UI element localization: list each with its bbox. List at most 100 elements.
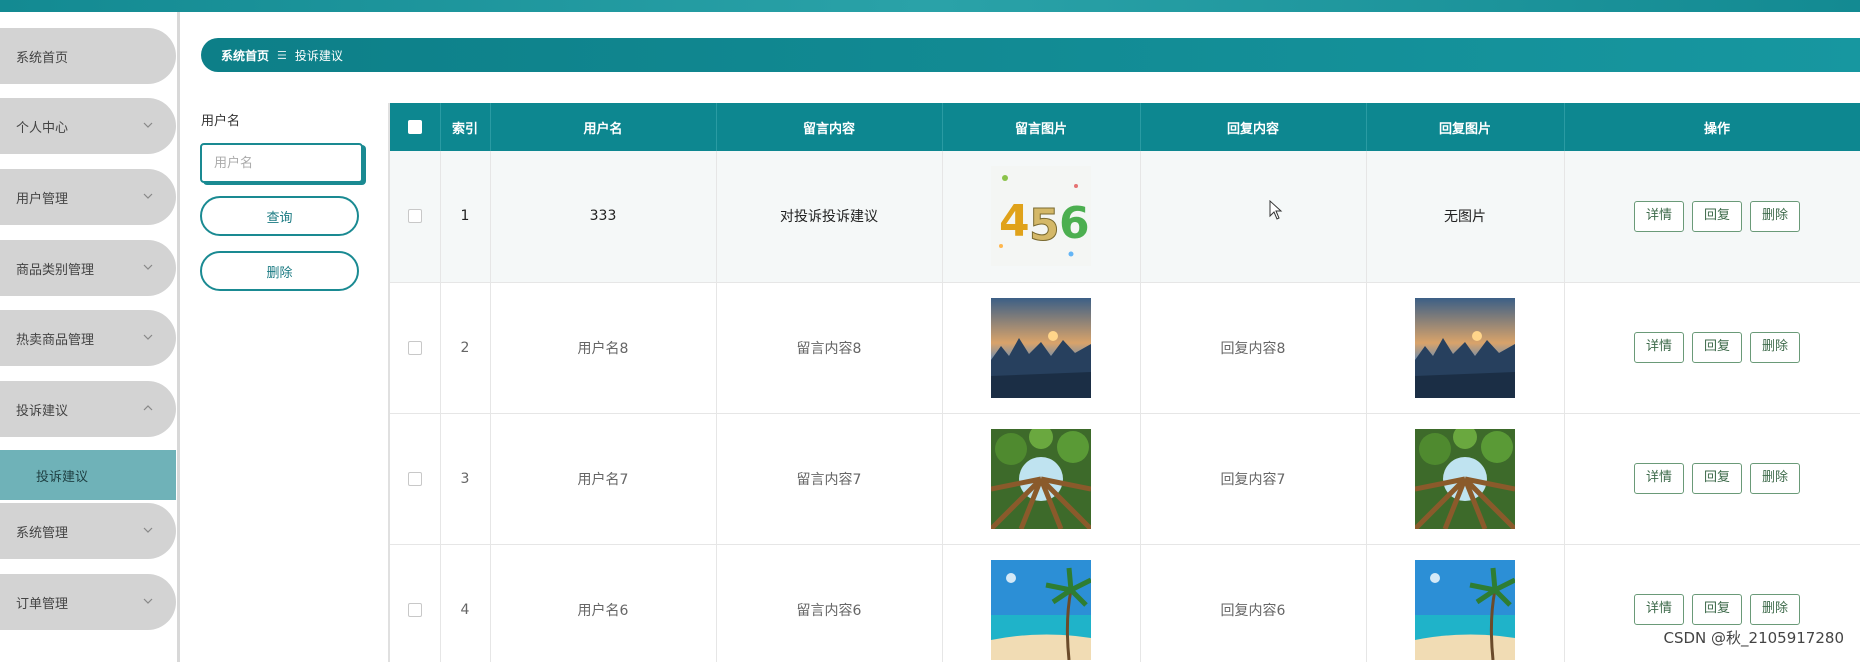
sidebar-subitem-label: 投诉建议 xyxy=(36,469,89,485)
column-header[interactable]: 用户名 xyxy=(490,103,717,151)
sidebar-item-label: 系统首页 xyxy=(16,50,69,66)
row-message: 留言内容7 xyxy=(716,413,943,545)
row-index: 4 xyxy=(440,544,491,662)
row-actions: 详情 回复 删除 xyxy=(1564,413,1860,545)
sidebar-subitem-complaints[interactable]: 投诉建议 xyxy=(0,450,176,500)
forest-canopy-image[interactable] xyxy=(991,428,1091,529)
delete-button[interactable]: 删除 xyxy=(1750,332,1800,363)
svg-text:6: 6 xyxy=(1059,198,1090,249)
sidebar-item-system-management[interactable]: 系统管理 xyxy=(0,503,176,559)
delete-button[interactable]: 删除 xyxy=(1750,463,1800,494)
row-reply: 回复内容7 xyxy=(1140,413,1367,545)
sidebar-item-label: 个人中心 xyxy=(16,120,69,136)
top-accent-bar xyxy=(0,0,1860,12)
table-row[interactable]: 4 用户名6 留言内容6 回复内容6 详情 回复 删除 xyxy=(390,544,1860,662)
chevron-down-icon xyxy=(142,332,154,344)
row-reply-image-cell xyxy=(1366,413,1565,545)
search-panel: 用户名 查询 删除 xyxy=(200,110,370,291)
breadcrumb: 系统首页 ☰ 投诉建议 xyxy=(201,38,1860,72)
row-reply-image-cell xyxy=(1366,544,1565,662)
query-button[interactable]: 查询 xyxy=(200,196,359,236)
sidebar-item-label: 热卖商品管理 xyxy=(16,332,95,348)
chevron-down-icon xyxy=(142,262,154,274)
row-checkbox[interactable] xyxy=(407,602,422,617)
username-search-input[interactable] xyxy=(200,143,363,183)
chevron-down-icon xyxy=(142,525,154,537)
search-label: 用户名 xyxy=(201,114,241,129)
breadcrumb-home[interactable]: 系统首页 xyxy=(221,47,269,64)
sidebar: 系统首页 个人中心 用户管理 商品类别管理 热卖商品管理 投诉建议 投诉建议 系… xyxy=(0,12,180,662)
mouse-cursor-icon xyxy=(1269,200,1283,220)
row-username: 用户名8 xyxy=(490,282,717,414)
number-456-image[interactable]: 4 5 6 xyxy=(991,166,1091,267)
row-message-image-cell xyxy=(942,413,1141,545)
select-all-header xyxy=(390,103,441,151)
row-reply: 回复内容8 xyxy=(1140,282,1367,414)
forest-canopy-image[interactable] xyxy=(1415,428,1515,529)
column-header[interactable]: 索引 xyxy=(440,103,491,151)
breadcrumb-separator-icon: ☰ xyxy=(277,48,287,62)
row-message: 留言内容8 xyxy=(716,282,943,414)
sidebar-item-label: 商品类别管理 xyxy=(16,262,95,278)
chevron-down-icon xyxy=(142,596,154,608)
row-username: 333 xyxy=(490,151,717,283)
row-message-image-cell: 4 5 6 xyxy=(942,151,1141,283)
table-row[interactable]: 3 用户名7 留言内容7 回复内容7 详情 回复 删除 xyxy=(390,413,1860,545)
sidebar-item-order-management[interactable]: 订单管理 xyxy=(0,574,176,630)
column-header[interactable]: 回复内容 xyxy=(1140,103,1367,151)
sidebar-item-personal-center[interactable]: 个人中心 xyxy=(0,98,176,154)
row-message-image-cell xyxy=(942,544,1141,662)
svg-text:4: 4 xyxy=(999,196,1030,247)
row-username: 用户名7 xyxy=(490,413,717,545)
column-header[interactable]: 留言内容 xyxy=(716,103,943,151)
watermark: CSDN @秋_2105917280 xyxy=(1663,629,1844,647)
sidebar-item-label: 订单管理 xyxy=(16,596,69,612)
row-actions: 详情 回复 删除 xyxy=(1564,151,1860,283)
row-username: 用户名6 xyxy=(490,544,717,662)
sidebar-item-complaints[interactable]: 投诉建议 xyxy=(0,381,176,437)
row-checkbox[interactable] xyxy=(407,471,422,486)
beach-palm-image[interactable] xyxy=(1415,559,1515,660)
row-index: 3 xyxy=(440,413,491,545)
batch-delete-button[interactable]: 删除 xyxy=(200,251,359,291)
column-header[interactable]: 回复图片 xyxy=(1366,103,1565,151)
row-checkbox[interactable] xyxy=(407,209,422,224)
select-all-checkbox[interactable] xyxy=(407,120,422,134)
sidebar-item-hot-products[interactable]: 热卖商品管理 xyxy=(0,310,176,366)
row-actions: 详情 回复 删除 xyxy=(1564,282,1860,414)
mountain-sunset-image[interactable] xyxy=(991,297,1091,398)
row-message-image-cell xyxy=(942,282,1141,414)
row-checkbox[interactable] xyxy=(407,340,422,355)
column-header[interactable]: 留言图片 xyxy=(942,103,1141,151)
row-reply: 回复内容6 xyxy=(1140,544,1367,662)
detail-button[interactable]: 详情 xyxy=(1634,200,1684,232)
chevron-down-icon xyxy=(142,191,154,203)
mountain-sunset-image[interactable] xyxy=(1415,297,1515,398)
row-reply-image-cell xyxy=(1366,282,1565,414)
delete-button[interactable]: 删除 xyxy=(1750,200,1800,232)
column-header: 操作 xyxy=(1564,103,1860,151)
sidebar-item-home[interactable]: 系统首页 xyxy=(0,28,176,84)
table-row[interactable]: 2 用户名8 留言内容8 回复内容8 详情 回复 删除 xyxy=(390,282,1860,414)
reply-button[interactable]: 回复 xyxy=(1692,463,1742,494)
chevron-down-icon xyxy=(142,120,154,132)
table-header-row: 索引 用户名 留言内容 留言图片 回复内容 回复图片 操作 xyxy=(390,103,1860,151)
reply-button[interactable]: 回复 xyxy=(1692,200,1742,232)
row-message: 留言内容6 xyxy=(716,544,943,662)
beach-palm-image[interactable] xyxy=(991,559,1091,660)
row-message: 对投诉投诉建议 xyxy=(716,151,943,283)
detail-button[interactable]: 详情 xyxy=(1634,332,1684,363)
reply-button[interactable]: 回复 xyxy=(1692,594,1742,625)
detail-button[interactable]: 详情 xyxy=(1634,594,1684,625)
sidebar-item-category-management[interactable]: 商品类别管理 xyxy=(0,240,176,296)
reply-button[interactable]: 回复 xyxy=(1692,332,1742,363)
row-reply xyxy=(1140,151,1367,283)
delete-button[interactable]: 删除 xyxy=(1750,594,1800,625)
table-row[interactable]: 1 333 对投诉投诉建议 4 5 6 无图片 详情 回复 删除 xyxy=(390,151,1860,283)
sidebar-item-label: 投诉建议 xyxy=(16,403,69,419)
detail-button[interactable]: 详情 xyxy=(1634,463,1684,494)
sidebar-item-label: 用户管理 xyxy=(16,191,69,207)
sidebar-item-user-management[interactable]: 用户管理 xyxy=(0,169,176,225)
svg-text:5: 5 xyxy=(1029,200,1060,251)
breadcrumb-current: 投诉建议 xyxy=(294,48,343,63)
